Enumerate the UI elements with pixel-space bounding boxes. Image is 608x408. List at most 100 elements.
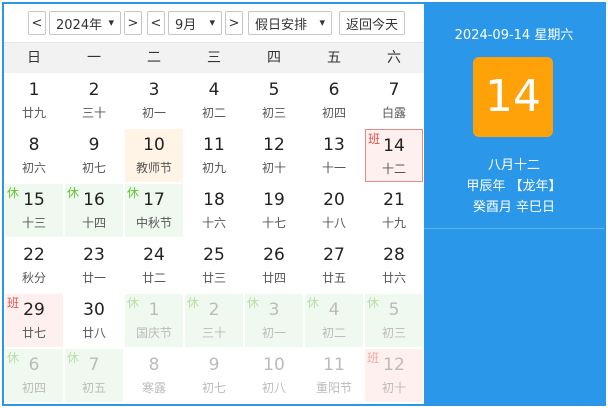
day-cell[interactable]: 11 初九 [185, 129, 243, 182]
prev-year-button[interactable]: < [28, 11, 46, 35]
day-number: 29 [23, 300, 45, 320]
day-cell[interactable]: 班 29 廿七 [5, 294, 63, 347]
lunar-label: 初二 [201, 106, 226, 120]
day-cell[interactable]: 9 初七 [65, 129, 123, 182]
day-number: 23 [83, 245, 105, 265]
month-select[interactable]: 9月 ▾ [168, 11, 222, 35]
day-number: 27 [323, 245, 345, 265]
lunar-label: 三十 [81, 106, 106, 120]
day-number: 10 [143, 135, 165, 155]
chevron-down-icon: ▾ [108, 16, 114, 29]
next-month-button[interactable]: > [225, 11, 243, 35]
day-number: 7 [388, 80, 400, 100]
day-number: 6 [328, 80, 340, 100]
day-cell-next-month[interactable]: 休 7 初五 [65, 349, 123, 402]
lunar-label: 初十 [381, 381, 406, 395]
day-number: 11 [323, 355, 345, 375]
lunar-label: 初六 [21, 161, 46, 175]
day-cell-next-month[interactable]: 8 寒露 [125, 349, 183, 402]
day-cell[interactable]: 7 白露 [365, 74, 423, 127]
weekday-label: 五 [327, 50, 341, 66]
month-select-value: 9月 [175, 17, 197, 33]
day-cell[interactable]: 24 廿二 [125, 239, 183, 292]
next-year-button[interactable]: > [124, 11, 142, 35]
calendar-toolbar: < 2024年 ▾ > < 9月 ▾ > 假日安排 ▾ 返回今天 [4, 4, 424, 42]
weekday-label: 三 [207, 50, 221, 66]
day-grid: 1 廿九 2 三十 3 初一 4 初二 5 初三 6 初四 7 白露 8 初六 9 初七 10 教师… [4, 73, 424, 404]
day-cell[interactable]: 10 教师节 [125, 129, 183, 182]
lunar-label: 廿一 [81, 271, 106, 285]
lunar-label: 十八 [321, 216, 346, 230]
chevron-down-icon: ▾ [209, 16, 215, 29]
day-number: 15 [23, 190, 45, 210]
year-select[interactable]: 2024年 ▾ [49, 11, 121, 35]
day-cell[interactable]: 1 廿九 [5, 74, 63, 127]
day-cell-selected[interactable]: 班 14 十二 [365, 129, 423, 182]
day-number: 10 [263, 355, 285, 375]
lunar-label: 初二 [321, 326, 346, 340]
back-to-today-button[interactable]: 返回今天 [339, 11, 406, 35]
day-cell[interactable]: 18 十六 [185, 184, 243, 237]
weekday-label: 日 [27, 50, 41, 66]
day-number: 1 [28, 80, 40, 100]
day-cell-next-month[interactable]: 9 初七 [185, 349, 243, 402]
day-cell[interactable]: 5 初三 [245, 74, 303, 127]
day-cell-next-month[interactable]: 休 6 初四 [5, 349, 63, 402]
day-cell[interactable]: 6 初四 [305, 74, 363, 127]
lunar-label: 白露 [381, 106, 406, 120]
day-number: 8 [148, 355, 160, 375]
day-cell[interactable]: 3 初一 [125, 74, 183, 127]
day-number: 7 [88, 355, 100, 375]
day-cell[interactable]: 30 廿八 [65, 294, 123, 347]
day-number: 24 [143, 245, 165, 265]
lunar-label: 十二 [381, 162, 406, 176]
day-cell[interactable]: 8 初六 [5, 129, 63, 182]
weekday-header: 日 一 二 三 四 五 六 [4, 42, 424, 73]
day-cell[interactable]: 22 秋分 [5, 239, 63, 292]
day-cell-next-month[interactable]: 班 12 初十 [365, 349, 423, 402]
day-cell[interactable]: 休 15 十三 [5, 184, 63, 237]
lunar-label: 十六 [201, 216, 226, 230]
day-cell[interactable]: 13 十一 [305, 129, 363, 182]
day-cell-next-month[interactable]: 11 重阳节 [305, 349, 363, 402]
day-number: 2 [208, 300, 220, 320]
day-cell[interactable]: 4 初二 [185, 74, 243, 127]
day-cell[interactable]: 休 16 十四 [65, 184, 123, 237]
day-number: 1 [148, 300, 160, 320]
lunar-label: 初三 [381, 326, 406, 340]
lunar-label: 廿七 [21, 326, 46, 340]
day-cell[interactable]: 20 十八 [305, 184, 363, 237]
day-cell[interactable]: 12 初十 [245, 129, 303, 182]
selected-day-panel: 2024-09-14 星期六 14 八月十二 甲辰年 【龙年】 癸酉月 辛巳日 [424, 4, 604, 404]
day-cell-next-month[interactable]: 10 初八 [245, 349, 303, 402]
day-cell[interactable]: 25 廿三 [185, 239, 243, 292]
day-cell[interactable]: 26 廿四 [245, 239, 303, 292]
day-cell[interactable]: 23 廿一 [65, 239, 123, 292]
lunar-label: 廿二 [141, 271, 166, 285]
day-cell[interactable]: 27 廿五 [305, 239, 363, 292]
day-cell-next-month[interactable]: 休 5 初三 [365, 294, 423, 347]
day-number: 14 [383, 136, 405, 156]
day-cell[interactable]: 2 三十 [65, 74, 123, 127]
day-number: 21 [383, 190, 405, 210]
day-cell-next-month[interactable]: 休 4 初二 [305, 294, 363, 347]
lunar-label: 初九 [201, 161, 226, 175]
panel-divider [424, 228, 604, 229]
weekday-label: 一 [87, 50, 101, 66]
day-cell-next-month[interactable]: 休 3 初一 [245, 294, 303, 347]
day-number: 2 [88, 80, 100, 100]
lunar-label: 初一 [261, 326, 286, 340]
day-cell-next-month[interactable]: 休 2 三十 [185, 294, 243, 347]
lunar-label: 十七 [261, 216, 286, 230]
day-cell[interactable]: 28 廿六 [365, 239, 423, 292]
lunar-label: 初五 [81, 381, 106, 395]
day-cell[interactable]: 21 十九 [365, 184, 423, 237]
holiday-select[interactable]: 假日安排 ▾ [248, 11, 332, 35]
lunar-label: 十四 [81, 216, 106, 230]
day-cell[interactable]: 休 17 中秋节 [125, 184, 183, 237]
day-number: 13 [323, 135, 345, 155]
day-cell[interactable]: 19 十七 [245, 184, 303, 237]
day-cell-next-month[interactable]: 休 1 国庆节 [125, 294, 183, 347]
prev-month-button[interactable]: < [147, 11, 165, 35]
lunar-label: 廿五 [321, 271, 346, 285]
